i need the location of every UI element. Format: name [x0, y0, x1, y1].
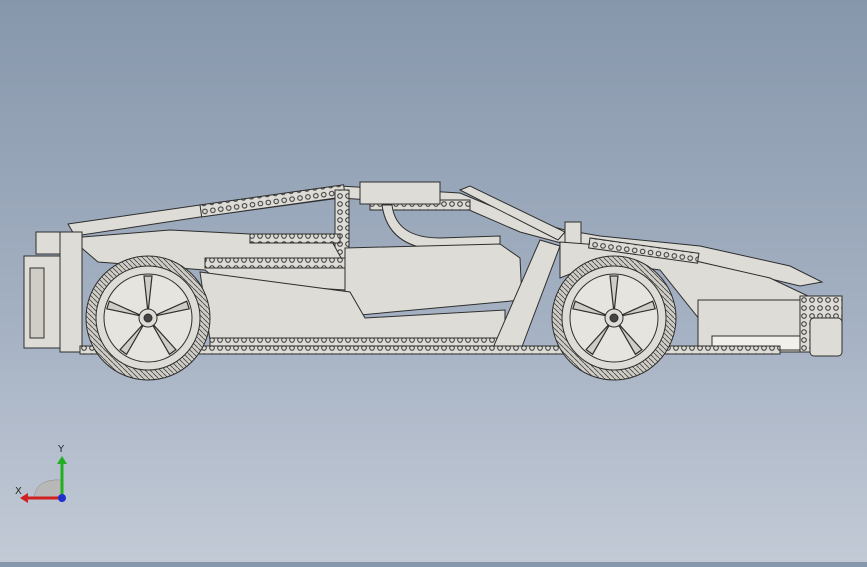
upper-liftarm: [249, 233, 341, 244]
y-axis-label: Y: [57, 444, 65, 455]
front-wheel: [551, 255, 677, 381]
triad-origin-shade: [33, 479, 63, 499]
cad-viewport[interactable]: X Y: [0, 0, 867, 562]
side-liftarm: [204, 257, 346, 269]
car-model[interactable]: [0, 0, 867, 562]
y-axis-arrow: [57, 456, 67, 464]
z-axis-dot: [58, 494, 66, 502]
rear-upright: [59, 231, 83, 353]
rear-wing-mount: [35, 231, 61, 255]
front-strut-cap: [564, 221, 582, 245]
rear-light-block: [29, 267, 45, 339]
rear-wheel: [85, 255, 211, 381]
cockpit-tower: [359, 181, 441, 205]
roof-liftarm: [199, 184, 346, 218]
orientation-triad[interactable]: X Y: [14, 440, 84, 510]
front-bumper: [809, 317, 843, 357]
x-axis-label: X: [15, 486, 22, 497]
door-panel: [344, 243, 523, 316]
